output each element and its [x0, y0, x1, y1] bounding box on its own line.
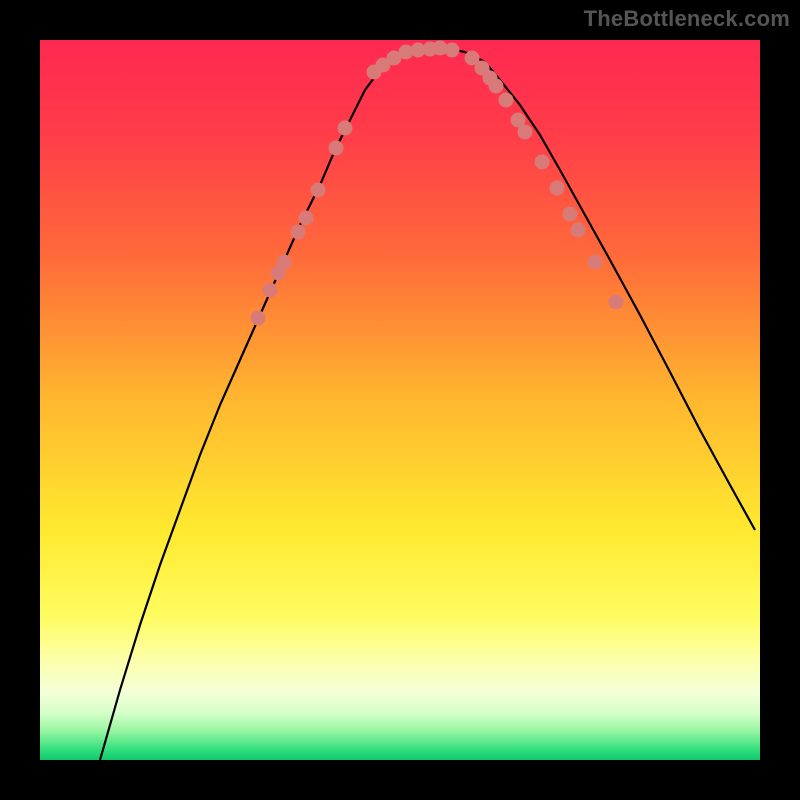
data-point — [445, 43, 460, 58]
data-point — [311, 183, 326, 198]
watermark-text: TheBottleneck.com — [584, 6, 790, 32]
data-point — [499, 93, 514, 108]
data-point — [329, 141, 344, 156]
data-point — [588, 255, 603, 270]
plot-area — [40, 40, 760, 760]
data-point — [550, 181, 565, 196]
data-point — [489, 79, 504, 94]
data-point — [518, 125, 533, 140]
bottleneck-curve — [100, 48, 755, 760]
curve-layer — [40, 40, 760, 760]
data-point — [263, 283, 278, 298]
data-point — [563, 207, 578, 222]
data-point — [299, 211, 314, 226]
data-point — [251, 311, 266, 326]
data-point — [609, 295, 624, 310]
outer-frame: TheBottleneck.com — [0, 0, 800, 800]
data-point — [571, 223, 586, 238]
data-point — [338, 121, 353, 136]
data-point — [291, 225, 306, 240]
data-point — [535, 155, 550, 170]
data-point — [277, 255, 292, 270]
